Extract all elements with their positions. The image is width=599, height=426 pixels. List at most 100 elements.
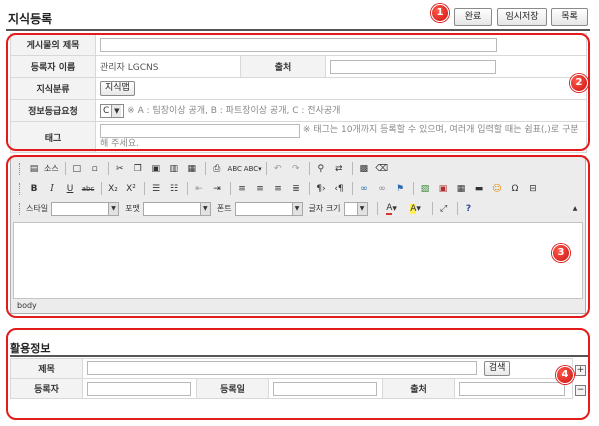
flash-icon[interactable]: ▣	[435, 181, 451, 197]
security-level-label: 정보등급요청	[10, 99, 96, 122]
registrant-label: 등록자	[10, 378, 83, 399]
collapse-toolbar-icon[interactable]: ▲	[567, 201, 583, 217]
align-left-icon[interactable]: ≡	[234, 181, 250, 197]
rtl-icon[interactable]: ‹¶	[331, 181, 347, 197]
usage-info-divider	[10, 355, 590, 357]
rich-text-editor: ▤ 소스 □ ▫ ✂ ❐ ▣ ▥ ▦ ⎙ ABC ABC▾ ↶ ↷ ⚲ ⇄ ▩ …	[10, 156, 586, 314]
tag-input[interactable]	[100, 124, 300, 138]
bg-color-icon[interactable]: A ▾	[405, 201, 427, 217]
bullet-list-icon[interactable]: ☷	[166, 181, 182, 197]
undo-icon[interactable]: ↶	[270, 161, 286, 177]
callout-badge-4: 4	[556, 366, 574, 384]
text-color-icon[interactable]: A ▾	[381, 201, 403, 217]
new-page-icon[interactable]: □	[69, 161, 85, 177]
usage-subject-label: 제목	[10, 358, 83, 379]
spellcheck-icon[interactable]: ABC	[227, 161, 243, 177]
style-combo[interactable]: ▼	[51, 201, 120, 216]
page-title: 지식등록	[8, 12, 53, 26]
source-input[interactable]	[330, 59, 496, 74]
print-icon[interactable]: ⎙	[209, 161, 225, 177]
replace-icon[interactable]: ⇄	[331, 161, 347, 177]
hr-icon[interactable]: ▬	[471, 181, 487, 197]
temp-save-button[interactable]: 임시저장	[497, 8, 547, 26]
font-combo[interactable]: ▼	[234, 201, 303, 216]
editor-toolbar-row-2: B I U abc X₂ X² ☰ ☷ ⇤ ⇥ ≡ ≡ ≡ ≣ ¶› ‹¶ ∞ …	[11, 179, 585, 198]
tag-label: 태그	[10, 121, 96, 153]
dropdown-arrow-icon: ▼	[111, 104, 122, 117]
ordered-list-icon[interactable]: ☰	[148, 181, 164, 197]
unlink-icon[interactable]: ∞	[374, 181, 390, 197]
underline-icon[interactable]: U	[62, 181, 78, 197]
page-break-icon[interactable]: ⊟	[525, 181, 541, 197]
paste-word-icon[interactable]: ▦	[184, 161, 200, 177]
preview-icon[interactable]: ▫	[87, 161, 103, 177]
source-button-label[interactable]: 소스	[44, 163, 59, 174]
reg-date-label: 등록일	[196, 378, 269, 399]
usage-source-label: 출처	[382, 378, 455, 399]
list-button[interactable]: 목록	[551, 8, 588, 26]
copy-icon[interactable]: ❐	[130, 161, 146, 177]
source-label: 출처	[240, 55, 326, 78]
outdent-icon[interactable]: ⇤	[191, 181, 207, 197]
link-icon[interactable]: ∞	[356, 181, 372, 197]
usage-source-input[interactable]	[459, 381, 565, 396]
subject-label: 게시물의 제목	[10, 33, 96, 56]
chevron-down-icon: ▼	[356, 202, 367, 215]
source-icon[interactable]: ▤	[26, 161, 42, 177]
indent-icon[interactable]: ⇥	[209, 181, 225, 197]
bold-icon[interactable]: B	[26, 181, 42, 197]
usage-search-button[interactable]: 검색	[483, 361, 511, 376]
add-row-button[interactable]: +	[575, 365, 586, 376]
italic-icon[interactable]: I	[44, 181, 60, 197]
special-char-icon[interactable]: Ω	[507, 181, 523, 197]
category-label: 지식분류	[10, 77, 96, 100]
paste-text-icon[interactable]: ▥	[166, 161, 182, 177]
author-value: 관리자 LGCNS	[95, 55, 241, 78]
maximize-icon[interactable]: ⤢	[436, 201, 452, 217]
knowledge-map-button[interactable]: 지식맵	[100, 81, 135, 96]
editor-toolbar-row-1: ▤ 소스 □ ▫ ✂ ❐ ▣ ▥ ▦ ⎙ ABC ABC▾ ↶ ↷ ⚲ ⇄ ▩ …	[11, 159, 585, 178]
complete-button[interactable]: 완료	[454, 8, 492, 26]
format-combo[interactable]: ▼	[142, 201, 211, 216]
align-right-icon[interactable]: ≡	[270, 181, 286, 197]
justify-icon[interactable]: ≣	[288, 181, 304, 197]
anchor-icon[interactable]: ⚑	[392, 181, 408, 197]
strike-icon[interactable]: abc	[80, 181, 96, 197]
editor-content-area[interactable]	[13, 222, 583, 299]
registrant-input[interactable]	[87, 381, 191, 396]
chevron-down-icon: ▼	[291, 202, 302, 215]
callout-badge-3: 3	[552, 244, 570, 262]
spellcheck-menu-icon[interactable]: ABC▾	[244, 161, 262, 177]
chevron-down-icon: ▼	[199, 202, 210, 215]
subscript-icon[interactable]: X₂	[105, 181, 121, 197]
table-icon[interactable]: ▦	[453, 181, 469, 197]
usage-subject-input[interactable]	[87, 361, 477, 375]
font-size-label: 글자 크기	[308, 204, 341, 213]
editor-toolbar-row-3: 스타일 ▼ 포맷 ▼ 폰트 ▼ 글자 크기 ▼ A ▾ A ▾ ⤢ ? ▲	[11, 199, 585, 218]
paste-icon[interactable]: ▣	[148, 161, 164, 177]
title-divider	[6, 29, 590, 31]
font-label: 폰트	[216, 204, 232, 213]
toolbar-grip	[19, 162, 22, 175]
format-label: 포맷	[125, 204, 140, 213]
about-icon[interactable]: ?	[461, 201, 477, 217]
callout-badge-2: 2	[570, 74, 588, 92]
image-icon[interactable]: ▨	[417, 181, 433, 197]
select-all-icon[interactable]: ▩	[356, 161, 372, 177]
remove-row-button[interactable]: −	[575, 385, 586, 396]
superscript-icon[interactable]: X²	[123, 181, 139, 197]
chevron-down-icon: ▼	[108, 202, 119, 215]
ltr-icon[interactable]: ¶›	[313, 181, 329, 197]
security-level-note: ※ A : 팀장이상 공개, B : 파트장이상 공개, C : 전사공개	[127, 106, 341, 117]
remove-format-icon[interactable]: ⌫	[374, 161, 390, 177]
smiley-icon[interactable]: ☺	[489, 181, 505, 197]
editor-status-path[interactable]: body	[13, 300, 583, 312]
subject-input[interactable]	[100, 37, 497, 52]
align-center-icon[interactable]: ≡	[252, 181, 268, 197]
font-size-combo[interactable]: ▼	[343, 201, 368, 216]
redo-icon[interactable]: ↷	[288, 161, 304, 177]
reg-date-input[interactable]	[273, 381, 377, 396]
security-level-select[interactable]: C ▼	[100, 103, 125, 118]
cut-icon[interactable]: ✂	[112, 161, 128, 177]
find-icon[interactable]: ⚲	[313, 161, 329, 177]
